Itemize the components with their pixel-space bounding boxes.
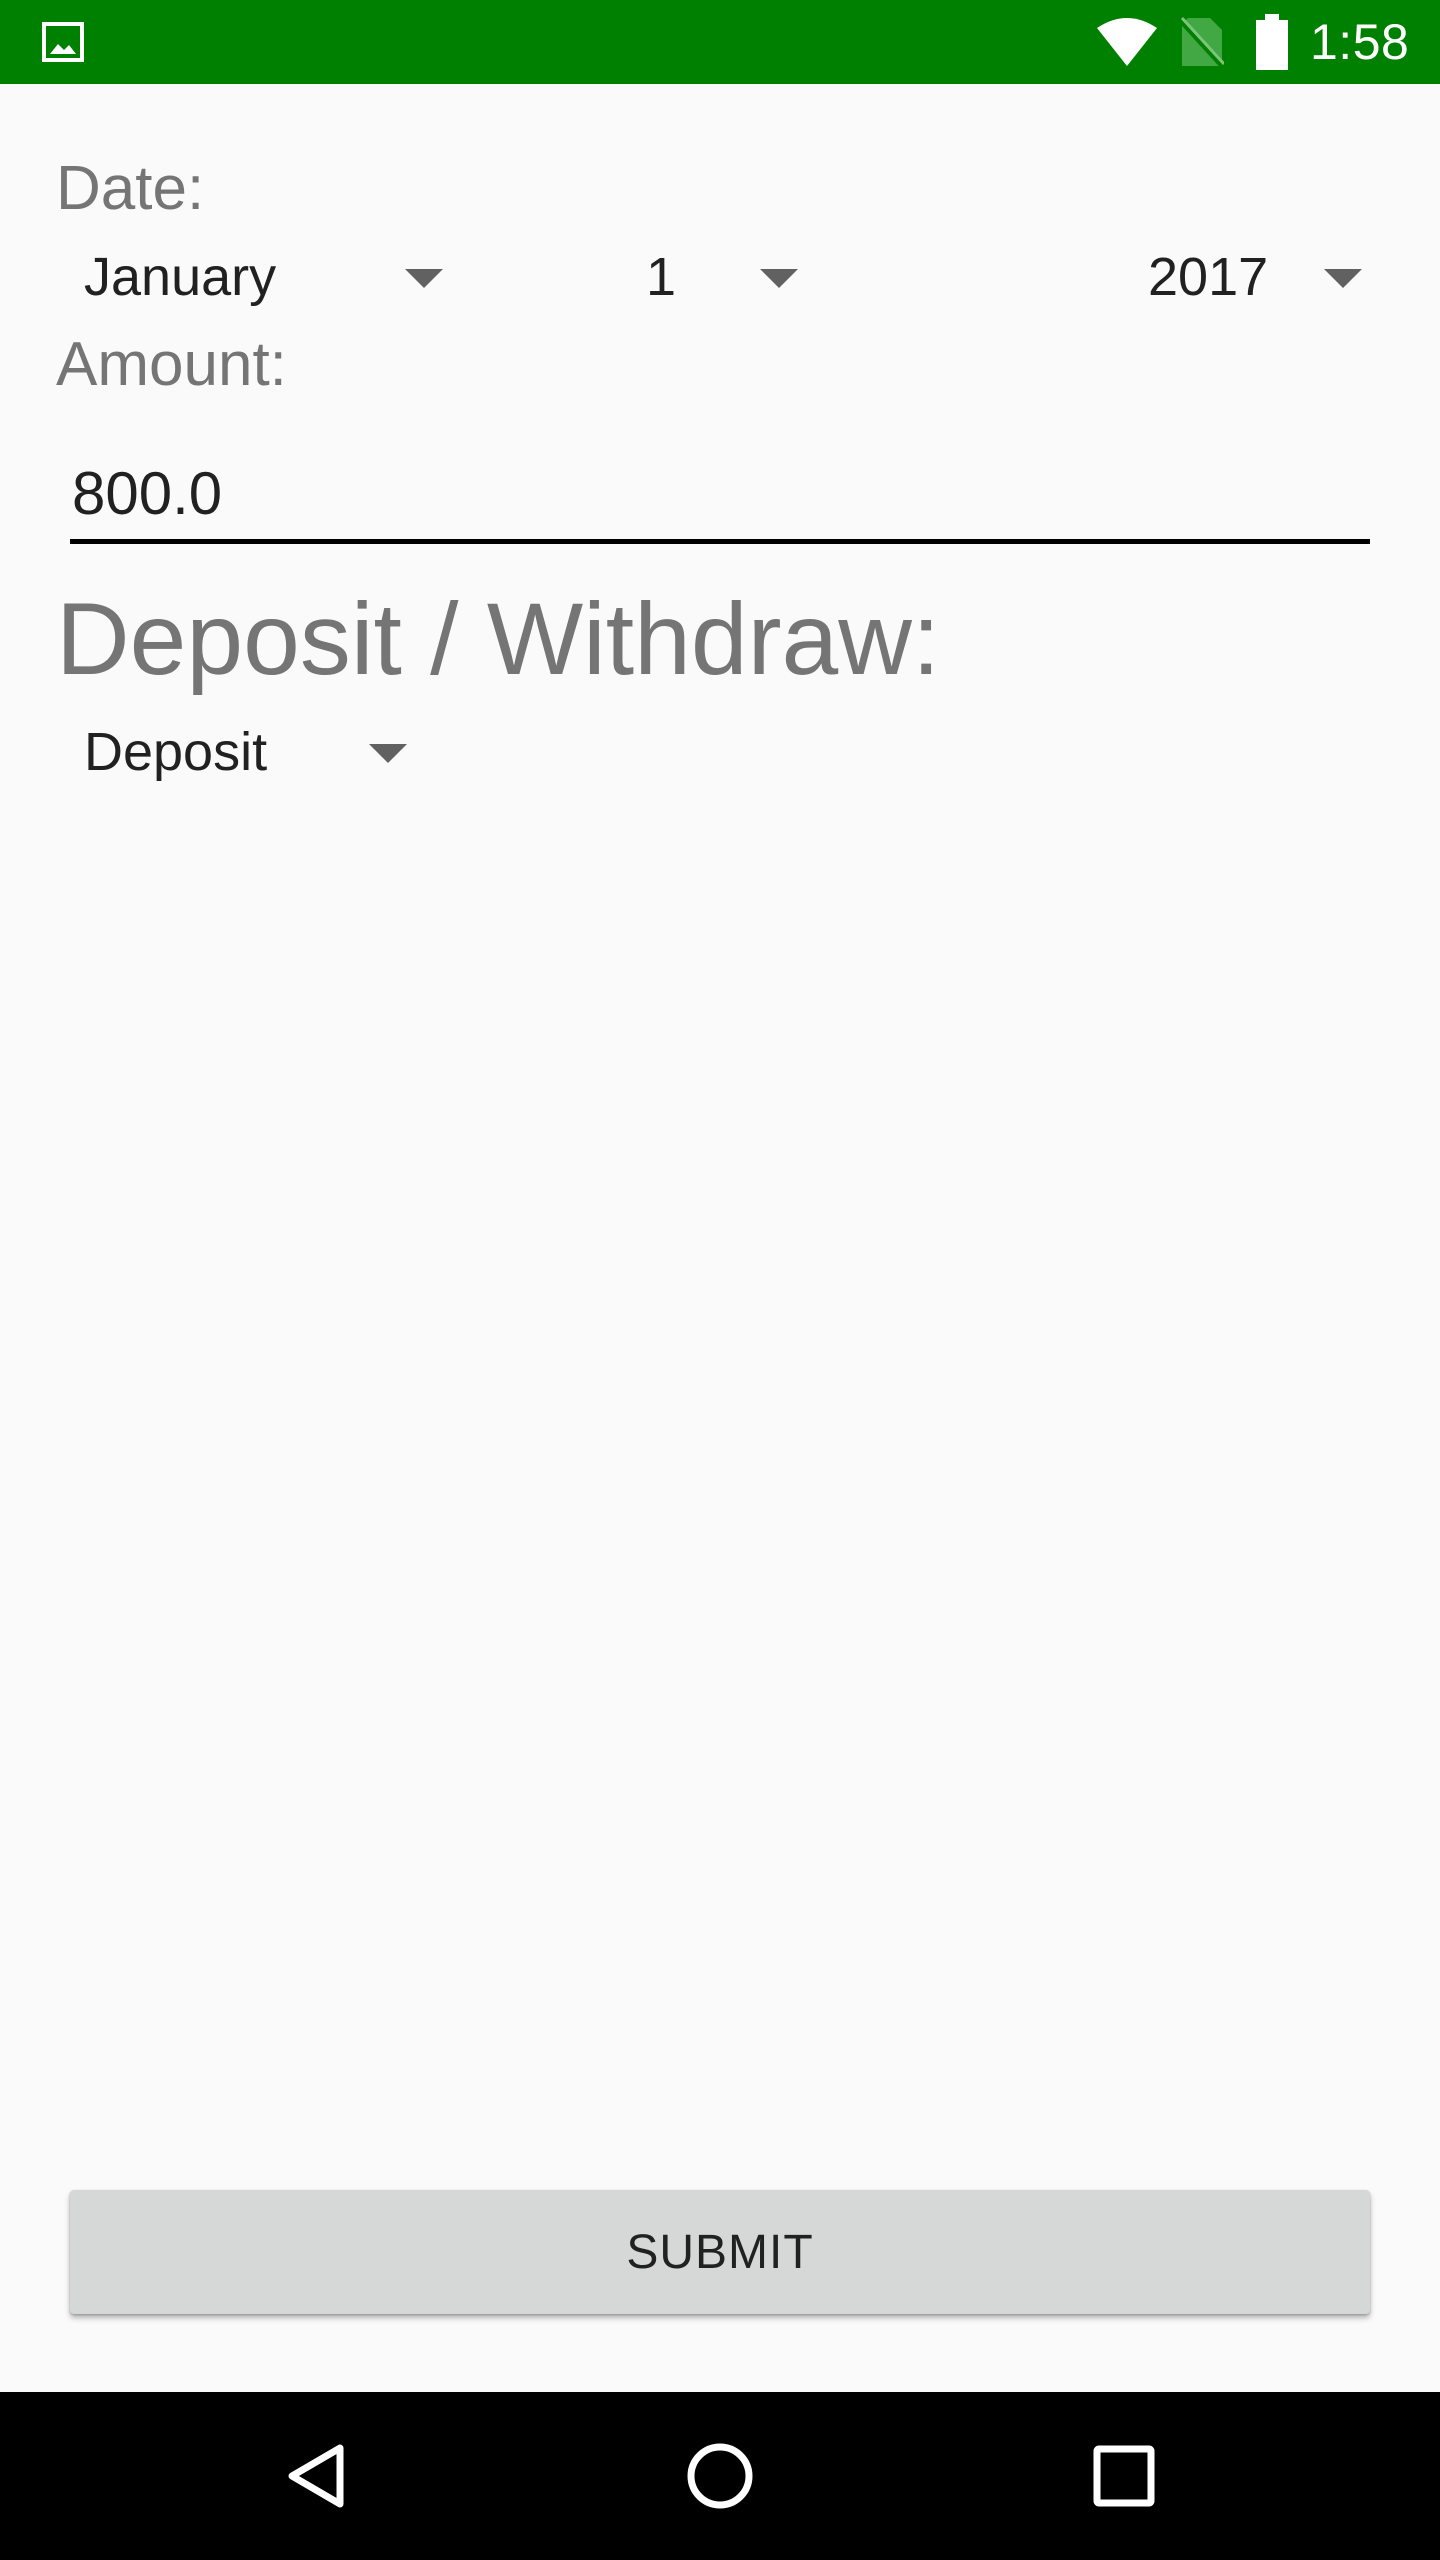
image-notification-icon — [42, 22, 84, 62]
no-sim-icon — [1178, 16, 1224, 68]
recents-icon[interactable] — [1078, 2430, 1170, 2522]
deposit-withdraw-dropdown[interactable]: Deposit — [56, 712, 426, 792]
amount-label: Amount: — [56, 330, 287, 399]
date-label: Date: — [56, 154, 205, 223]
year-dropdown[interactable]: 2017 — [1120, 237, 1370, 317]
year-selected-value: 2017 — [1148, 247, 1269, 307]
dropdown-arrow-icon — [1324, 269, 1362, 288]
month-selected-value: January — [84, 247, 277, 307]
amount-input[interactable] — [70, 448, 1370, 544]
dropdown-arrow-icon — [369, 744, 407, 763]
status-time: 1:58 — [1310, 14, 1410, 70]
day-dropdown[interactable]: 1 — [620, 237, 810, 317]
month-dropdown[interactable]: January — [56, 237, 456, 317]
deposit-withdraw-selected-value: Deposit — [84, 722, 268, 782]
dropdown-arrow-icon — [760, 269, 798, 288]
navigation-bar — [0, 2392, 1440, 2560]
deposit-withdraw-label: Deposit / Withdraw: — [56, 582, 941, 696]
back-icon[interactable] — [270, 2430, 362, 2522]
dropdown-arrow-icon — [405, 269, 443, 288]
wifi-icon — [1097, 18, 1157, 66]
battery-icon — [1256, 14, 1288, 70]
home-icon[interactable] — [674, 2430, 766, 2522]
day-selected-value: 1 — [646, 247, 677, 307]
status-bar: 1:58 — [0, 0, 1440, 84]
submit-button[interactable]: SUBMIT — [70, 2190, 1370, 2314]
